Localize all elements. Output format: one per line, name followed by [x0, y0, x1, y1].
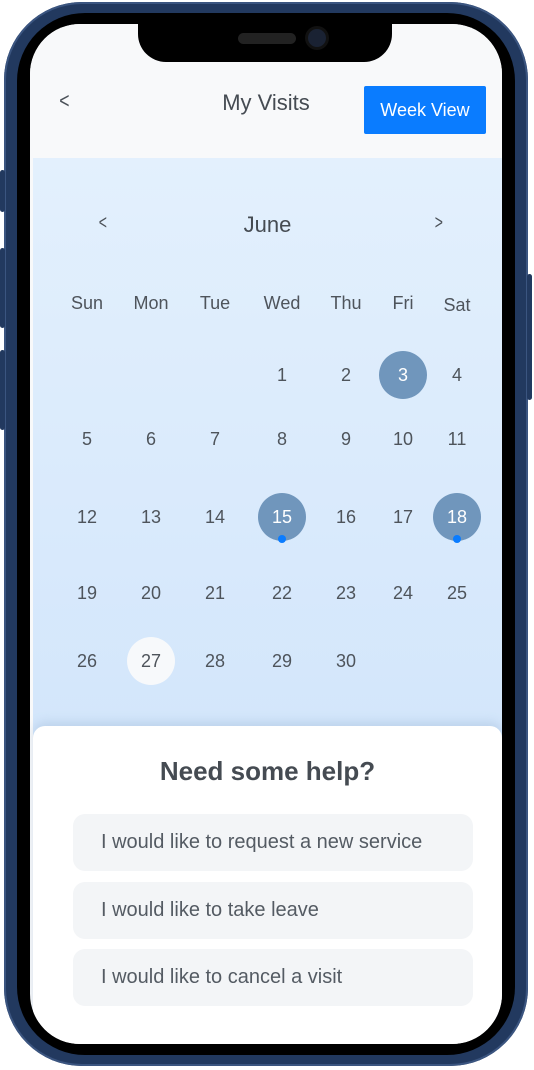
month-navigation: < June >	[33, 210, 502, 242]
calendar-day-visit[interactable]: 3	[379, 351, 427, 399]
help-title: Need some help?	[159, 756, 376, 786]
calendar-day[interactable]: 23	[322, 569, 370, 617]
next-month-chevron-icon[interactable]: >	[435, 212, 443, 235]
calendar-day[interactable]: 11	[433, 415, 481, 463]
calendar-day[interactable]: 30	[322, 637, 370, 685]
week-view-button[interactable]: Week View	[364, 86, 486, 134]
calendar-day-visit[interactable]: 15	[258, 493, 306, 541]
calendar-day[interactable]: 2	[322, 351, 370, 399]
calendar-day[interactable]: 14	[191, 493, 239, 541]
month-label: June	[243, 212, 292, 237]
calendar-day[interactable]: 16	[322, 493, 370, 541]
weekday-header: Tue	[199, 292, 231, 313]
weekday-header: Mon	[133, 292, 169, 313]
request-new-service-button[interactable]: I would like to request a new service	[73, 814, 473, 871]
cancel-visit-button[interactable]: I would like to cancel a visit	[73, 949, 473, 1006]
volume-up-button	[0, 248, 5, 328]
speaker-grille	[238, 33, 296, 44]
silent-switch	[0, 170, 5, 212]
notch	[138, 24, 392, 62]
calendar-day[interactable]: 9	[322, 415, 370, 463]
calendar-day[interactable]: 17	[379, 493, 427, 541]
calendar-day[interactable]: 1	[258, 351, 306, 399]
calendar-day[interactable]: 29	[258, 637, 306, 685]
calendar-day[interactable]: 4	[433, 351, 481, 399]
weekday-header: Fri	[392, 292, 414, 313]
calendar-day[interactable]: 5	[63, 415, 111, 463]
volume-down-button	[0, 350, 5, 430]
weekday-header: Sun	[70, 292, 104, 313]
calendar-day[interactable]: 19	[63, 569, 111, 617]
calendar-day[interactable]: 8	[258, 415, 306, 463]
power-button	[527, 274, 532, 400]
event-dot-icon	[453, 535, 461, 543]
event-dot-icon	[278, 535, 286, 543]
calendar-day[interactable]: 13	[127, 493, 175, 541]
calendar-day-today[interactable]: 27	[127, 637, 175, 685]
calendar-day[interactable]: 20	[127, 569, 175, 617]
weekday-header: Wed	[263, 292, 301, 313]
calendar-day[interactable]: 22	[258, 569, 306, 617]
calendar-day[interactable]: 6	[127, 415, 175, 463]
phone-screen: < My Visits Week View < June > Sun Mon Tue…	[30, 24, 502, 1044]
calendar-day[interactable]: 26	[63, 637, 111, 685]
calendar-day-visit[interactable]: 18	[433, 493, 481, 541]
weekday-header: Sat	[443, 294, 471, 315]
weekday-header: Thu	[330, 292, 362, 313]
calendar-day[interactable]: 10	[379, 415, 427, 463]
calendar-day[interactable]: 12	[63, 493, 111, 541]
calendar-day[interactable]: 25	[433, 569, 481, 617]
calendar-day[interactable]: 7	[191, 415, 239, 463]
calendar-day[interactable]: 28	[191, 637, 239, 685]
front-camera	[308, 29, 326, 47]
calendar-day[interactable]: 24	[379, 569, 427, 617]
take-leave-button[interactable]: I would like to take leave	[73, 882, 473, 939]
month-calendar: < June > Sun Mon Tue Wed Thu Fri Sat 1 2 3 4 5 6 7 8 9 1…	[33, 158, 502, 738]
calendar-day[interactable]: 21	[191, 569, 239, 617]
help-panel: Need some help? I would like to request …	[33, 726, 502, 1044]
